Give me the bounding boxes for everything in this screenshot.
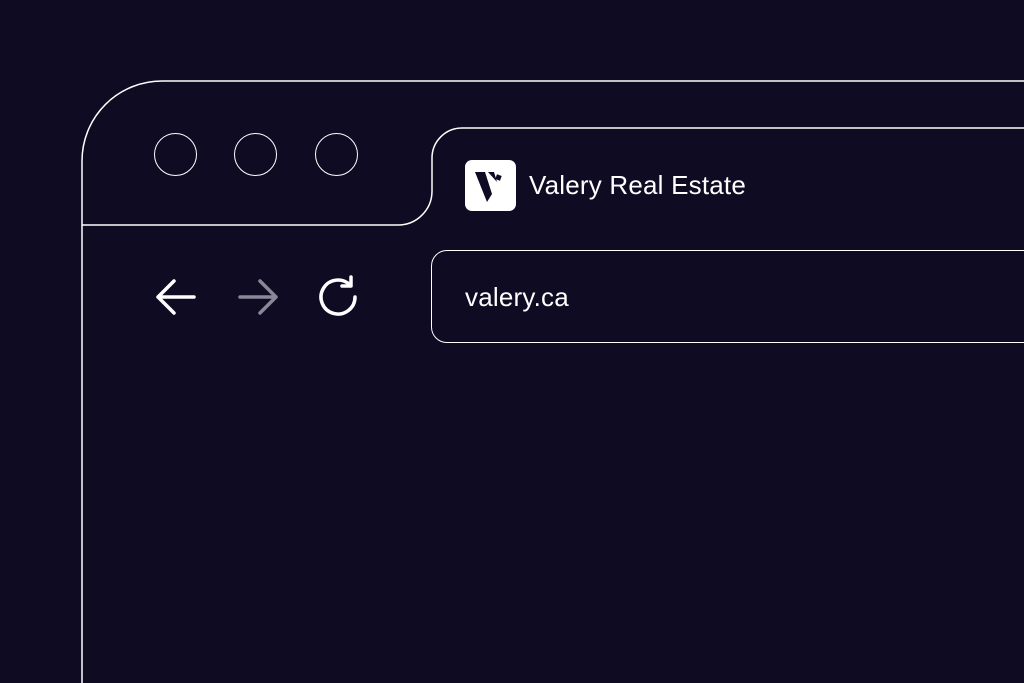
back-button[interactable] [152,273,200,321]
url-text[interactable]: valery.ca [465,281,569,313]
window-maximize-button[interactable] [315,133,358,176]
browser-window: Valery Real Estate valery.ca [0,0,1024,683]
forward-button[interactable] [234,273,282,321]
window-minimize-button[interactable] [234,133,277,176]
arrow-left-icon [156,279,196,315]
arrow-right-icon [238,279,278,315]
window-close-button[interactable] [154,133,197,176]
valery-logo-icon [465,160,516,211]
reload-button[interactable] [314,273,362,321]
tab-title: Valery Real Estate [529,170,746,200]
reload-icon [319,275,357,316]
